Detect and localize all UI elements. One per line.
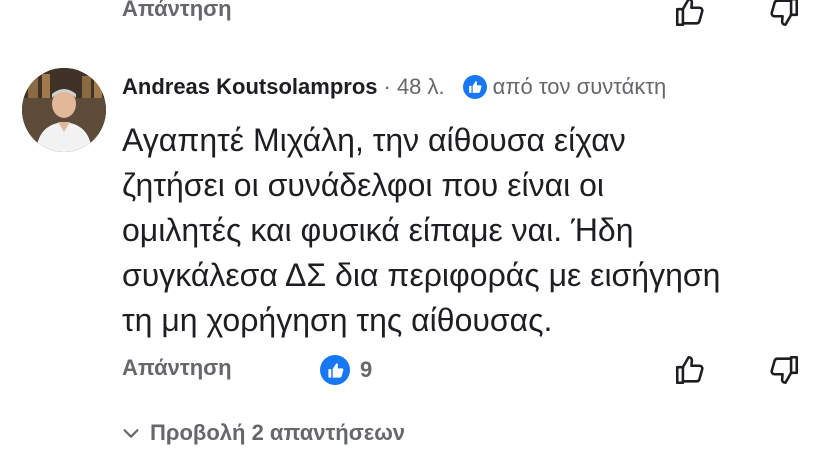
comment-text: Αγαπητέ Μιχάλη, την αίθουσα είχαν ζητήσε… [122, 118, 802, 343]
like-count[interactable]: 9 [320, 355, 372, 385]
previous-reply-button[interactable]: Απάντηση [122, 0, 232, 22]
like-button[interactable] [670, 350, 710, 390]
author-name[interactable]: Andreas Koutsolampros [122, 74, 378, 100]
reply-button[interactable]: Απάντηση [122, 355, 232, 381]
comment-text-line: τη μη χορήγηση της αίθουσας. [122, 302, 553, 338]
like-badge-icon [320, 355, 350, 385]
comment-text-line: ζητήσει οι συνάδελφοι που είναι οι [122, 167, 604, 203]
comment-text-line: ομιλητές και φυσικά είπαμε ναι. Ήδη [122, 212, 634, 248]
comment-text-line: συγκάλεσα ΔΣ δια περιφοράς με εισήγηση [122, 257, 721, 293]
avatar-image [22, 68, 106, 152]
chevron-down-icon [123, 429, 139, 438]
thumbs-down-icon [770, 355, 799, 385]
by-author-label: από τον συντάκτη [492, 74, 667, 99]
like-badge-icon [462, 75, 487, 99]
comment-header: Andreas Koutsolampros · 48 λ. από τον συ… [122, 72, 666, 102]
thumbs-up-icon [675, 355, 704, 385]
view-replies-button[interactable]: Προβολή 2 απαντήσεων [120, 420, 405, 446]
thumbs-up-icon [675, 0, 704, 27]
previous-dislike-button[interactable] [764, 0, 804, 32]
like-count-value: 9 [360, 357, 373, 382]
thumbs-down-icon [770, 0, 799, 27]
comment-text-line: Αγαπητέ Μιχάλη, την αίθουσα είχαν [122, 122, 626, 158]
previous-like-button[interactable] [670, 0, 710, 32]
avatar[interactable] [22, 68, 106, 152]
view-replies-label: Προβολή 2 απαντήσεων [150, 420, 406, 445]
dislike-button[interactable] [764, 350, 804, 390]
comment-time[interactable]: · 48 λ. [384, 74, 445, 100]
